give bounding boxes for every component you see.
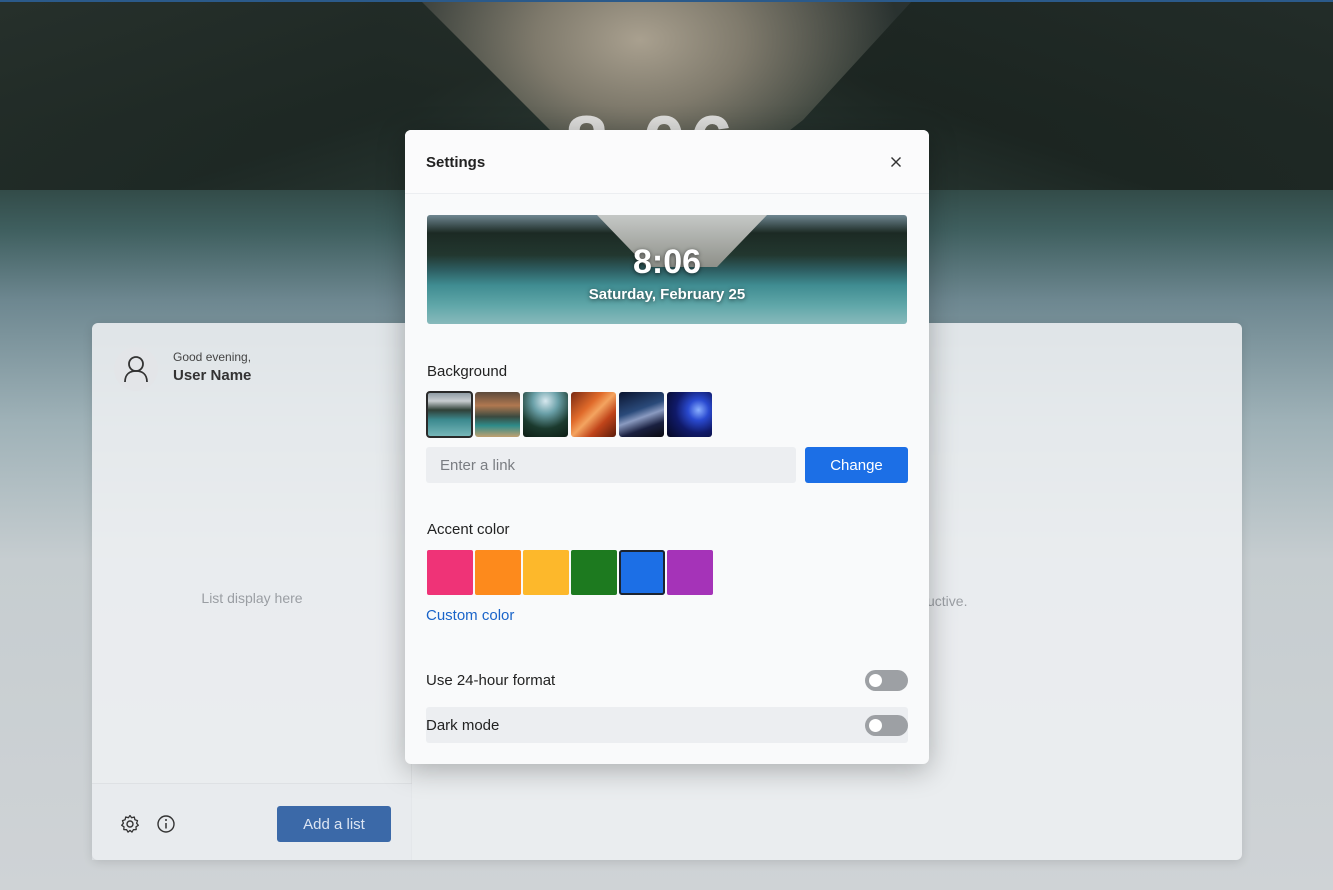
dialog-title: Settings bbox=[426, 154, 486, 171]
background-thumb-mountain-sunset[interactable] bbox=[475, 392, 520, 437]
info-icon[interactable] bbox=[156, 814, 176, 834]
sidebar: Good evening, User Name List display her… bbox=[92, 323, 412, 860]
accent-swatch-green[interactable] bbox=[571, 550, 617, 595]
dark-mode-toggle[interactable] bbox=[865, 714, 908, 736]
background-thumb-red-canyon[interactable] bbox=[571, 392, 616, 437]
window-top-border bbox=[0, 0, 1333, 2]
background-label: Background bbox=[427, 363, 508, 380]
main-hint-text: uctive. bbox=[927, 593, 968, 609]
gear-icon[interactable] bbox=[120, 814, 140, 834]
close-icon bbox=[891, 157, 901, 167]
add-list-button[interactable]: Add a list bbox=[277, 806, 391, 842]
24-hour-format-label: Use 24-hour format bbox=[426, 671, 556, 689]
accent-swatch-purple[interactable] bbox=[667, 550, 713, 595]
greeting-text: Good evening, bbox=[173, 350, 252, 364]
accent-swatch-pink[interactable] bbox=[427, 550, 473, 595]
accent-swatch-orange[interactable] bbox=[475, 550, 521, 595]
user-name: User Name bbox=[173, 367, 252, 384]
dialog-header: Settings bbox=[405, 130, 929, 194]
24-hour-format-toggle[interactable] bbox=[865, 669, 908, 691]
background-preview: 8:06 Saturday, February 25 bbox=[427, 215, 907, 324]
user-icon bbox=[124, 356, 148, 383]
close-button[interactable] bbox=[885, 151, 907, 173]
setting-24-hour-format: Use 24-hour format bbox=[426, 662, 908, 698]
background-thumb-night-sky[interactable] bbox=[619, 392, 664, 437]
preview-date: Saturday, February 25 bbox=[588, 286, 746, 303]
accent-swatch-yellow[interactable] bbox=[523, 550, 569, 595]
list-placeholder: List display here bbox=[201, 590, 303, 606]
background-thumb-lake-mountains[interactable] bbox=[426, 391, 473, 438]
settings-dialog: Settings 8:06 Saturday, February 25 Back… bbox=[405, 130, 929, 764]
avatar[interactable] bbox=[114, 347, 158, 391]
setting-dark-mode: Dark mode bbox=[426, 707, 908, 743]
background-thumb-forest-lake[interactable] bbox=[523, 392, 568, 437]
accent-swatch-blue[interactable] bbox=[619, 550, 665, 595]
accent-color-label: Accent color bbox=[427, 521, 510, 538]
sidebar-footer: Add a list bbox=[92, 783, 412, 860]
dark-mode-label: Dark mode bbox=[426, 716, 500, 734]
toggle-knob bbox=[869, 718, 882, 732]
background-thumbnails bbox=[426, 391, 712, 438]
toggle-knob bbox=[869, 673, 882, 687]
accent-color-swatches bbox=[427, 550, 713, 595]
preview-time: 8:06 bbox=[632, 243, 702, 281]
background-thumb-space-planet[interactable] bbox=[667, 392, 712, 437]
custom-color-link[interactable]: Custom color bbox=[426, 607, 514, 624]
change-background-button[interactable]: Change bbox=[805, 447, 908, 483]
background-link-input[interactable] bbox=[426, 447, 796, 483]
